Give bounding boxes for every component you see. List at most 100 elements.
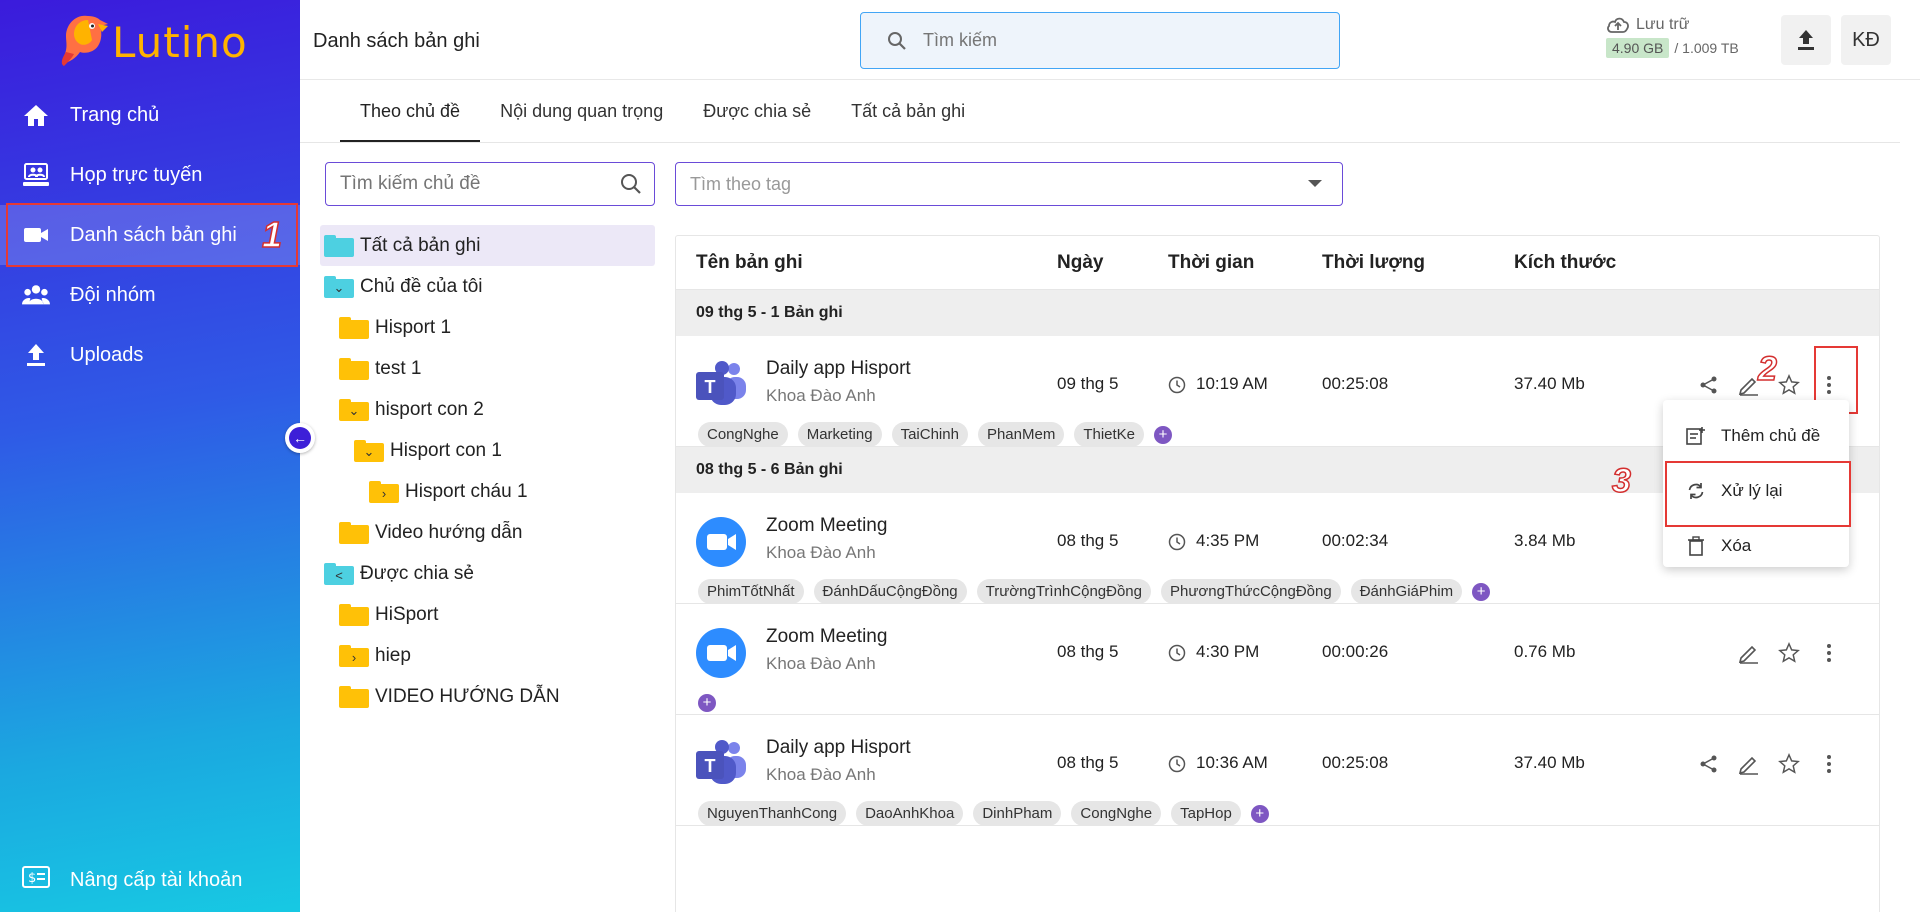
tree-item-label: VIDEO HƯỚNG DẪN bbox=[375, 685, 560, 707]
header-date[interactable]: Ngày bbox=[1057, 252, 1103, 274]
header-time[interactable]: Thời gian bbox=[1168, 252, 1254, 274]
sidebar-item-meetings[interactable]: Họp trực tuyến bbox=[0, 145, 300, 205]
sidebar-item-recordings[interactable]: Danh sách bản ghi 1 bbox=[0, 203, 300, 267]
sidebar-item-label: Uploads bbox=[70, 343, 144, 366]
group-icon bbox=[22, 281, 50, 309]
tag-filter-select[interactable]: Tìm theo tag bbox=[675, 162, 1343, 206]
storage-total: / 1.009 TB bbox=[1674, 40, 1739, 56]
global-search[interactable] bbox=[860, 12, 1340, 69]
group-header: 09 thg 5 - 1 Bản ghi bbox=[676, 290, 1879, 336]
tab-by-topic[interactable]: Theo chủ đề bbox=[340, 82, 481, 142]
recording-date: 08 thg 5 bbox=[1057, 531, 1119, 550]
tree-item-label: hiep bbox=[375, 644, 411, 666]
tree-item[interactable]: VIDEO HƯỚNG DẪN bbox=[320, 676, 655, 717]
tree-item-label: Hisport 1 bbox=[375, 316, 452, 338]
header-size[interactable]: Kích thước bbox=[1514, 252, 1616, 274]
time-value: 10:36 AM bbox=[1196, 753, 1268, 772]
recording-title[interactable]: Zoom Meeting bbox=[766, 626, 887, 648]
row-actions bbox=[1729, 635, 1849, 671]
star-icon[interactable] bbox=[1769, 746, 1809, 782]
tag-chip[interactable]: PhimTốtNhất bbox=[698, 579, 804, 604]
step-marker-1: 1 bbox=[261, 213, 283, 256]
arrow-left-icon: ← bbox=[289, 427, 311, 449]
tag-chip[interactable]: DinhPham bbox=[973, 801, 1062, 826]
tree-item[interactable]: Tất cả bản ghi bbox=[320, 225, 655, 266]
edit-icon[interactable] bbox=[1729, 635, 1769, 671]
tag-chip[interactable]: TaiChinh bbox=[891, 422, 968, 447]
tag-chip[interactable]: ĐánhDấuCộngĐồng bbox=[813, 579, 967, 604]
tag-chip[interactable]: TapHop bbox=[1171, 801, 1241, 826]
collapse-sidebar-button[interactable]: ← bbox=[285, 423, 315, 453]
tag-chip[interactable]: Marketing bbox=[797, 422, 882, 447]
add-tag-icon[interactable]: + bbox=[1250, 804, 1269, 823]
tree-item[interactable]: HiSport bbox=[320, 594, 655, 635]
tree-item[interactable]: › hiep bbox=[320, 635, 655, 676]
tag-chip[interactable]: ThietKe bbox=[1074, 422, 1145, 447]
header-name[interactable]: Tên bản ghi bbox=[696, 252, 803, 274]
upload-icon bbox=[1798, 30, 1814, 50]
upgrade-label: Nâng cấp tài khoản bbox=[70, 868, 243, 891]
step-marker-2: 2 bbox=[1757, 349, 1777, 389]
add-tag-icon[interactable]: + bbox=[1472, 582, 1491, 601]
tree-item[interactable]: ⌄ Chủ đề của tôi bbox=[320, 266, 655, 307]
folder-icon: ⌄ bbox=[339, 398, 369, 421]
topic-search-input[interactable] bbox=[340, 173, 600, 195]
table-row[interactable]: Zoom Meeting Khoa Đào Anh 08 thg 5 4:30 PM 0… bbox=[676, 604, 1879, 715]
tree-item-label: Được chia sẻ bbox=[360, 562, 474, 584]
time-value: 4:30 PM bbox=[1196, 642, 1260, 661]
sidebar-item-home[interactable]: Trang chủ bbox=[0, 85, 300, 145]
tab-important[interactable]: Nội dung quan trọng bbox=[480, 82, 683, 142]
clock-icon bbox=[1168, 531, 1196, 550]
tree-item[interactable]: < Được chia sẻ bbox=[320, 553, 655, 594]
tree-item[interactable]: Hisport 1 bbox=[320, 307, 655, 348]
tab-all-recordings[interactable]: Tất cả bản ghi bbox=[831, 82, 985, 142]
tree-item[interactable]: ⌄ Hisport con 1 bbox=[320, 430, 655, 471]
storage-used: 4.90 GB bbox=[1606, 38, 1670, 58]
upload-button[interactable] bbox=[1781, 15, 1831, 65]
tag-chip[interactable]: DaoAnhKhoa bbox=[856, 801, 964, 826]
search-icon[interactable] bbox=[620, 173, 642, 195]
recording-title[interactable]: Daily app Hisport bbox=[766, 737, 911, 759]
share-icon[interactable] bbox=[1689, 367, 1729, 403]
add-tag-icon[interactable]: + bbox=[698, 694, 716, 712]
time-value: 10:19 AM bbox=[1196, 374, 1268, 393]
tag-chip[interactable]: CongNghe bbox=[1071, 801, 1162, 826]
share-icon[interactable] bbox=[1689, 746, 1729, 782]
tag-chip[interactable]: NguyenThanhCong bbox=[698, 801, 847, 826]
upgrade-account-link[interactable]: $ Nâng cấp tài khoản bbox=[22, 866, 242, 894]
search-input[interactable] bbox=[923, 30, 1303, 51]
tree-item[interactable]: test 1 bbox=[320, 348, 655, 389]
recording-title[interactable]: Zoom Meeting bbox=[766, 515, 887, 537]
star-icon[interactable] bbox=[1769, 635, 1809, 671]
tree-item[interactable]: › Hisport cháu 1 bbox=[320, 471, 655, 512]
tag-chip[interactable]: PhanMem bbox=[977, 422, 1065, 447]
logo[interactable]: Lutino bbox=[58, 12, 248, 68]
tab-shared[interactable]: Được chia sẻ bbox=[683, 82, 831, 142]
header-duration[interactable]: Thời lượng bbox=[1322, 252, 1425, 274]
more-vert-icon[interactable] bbox=[1809, 746, 1849, 782]
tree-item-label: HiSport bbox=[375, 603, 439, 625]
tag-chip[interactable]: CongNghe bbox=[698, 422, 788, 447]
topic-search[interactable] bbox=[325, 162, 655, 206]
sidebar-item-uploads[interactable]: Uploads bbox=[0, 325, 300, 385]
menu-item-reprocess[interactable]: Xử lý lại bbox=[1663, 461, 1851, 527]
tag-chip[interactable]: ĐánhGiáPhim bbox=[1350, 579, 1463, 604]
divider bbox=[300, 142, 1900, 143]
teams-icon: T bbox=[696, 360, 748, 410]
sidebar-item-teams[interactable]: Đội nhóm bbox=[0, 265, 300, 325]
add-tag-icon[interactable]: + bbox=[1154, 425, 1173, 444]
menu-item-add-topic[interactable]: Thêm chủ đề bbox=[1663, 408, 1849, 463]
cloud-upload-icon bbox=[1607, 17, 1629, 33]
tag-chip[interactable]: PhươngThứcCộngĐồng bbox=[1161, 579, 1341, 604]
tree-item[interactable]: Video hướng dẫn bbox=[320, 512, 655, 553]
menu-item-delete[interactable]: Xóa bbox=[1663, 518, 1849, 573]
avatar[interactable]: KĐ bbox=[1841, 15, 1891, 65]
trash-icon bbox=[1685, 535, 1707, 556]
recording-title[interactable]: Daily app Hisport bbox=[766, 358, 911, 380]
table-row[interactable]: T Daily app Hisport Khoa Đào Anh 08 thg 5 10… bbox=[676, 715, 1879, 826]
tag-chip[interactable]: TrườngTrìnhCộngĐồng bbox=[976, 579, 1151, 604]
edit-icon[interactable] bbox=[1729, 746, 1769, 782]
header: Danh sách bản ghi Lưu trữ 4.90 GB / 1.00… bbox=[300, 0, 1920, 80]
tree-item[interactable]: ⌄ hisport con 2 bbox=[320, 389, 655, 430]
more-vert-icon[interactable] bbox=[1809, 635, 1849, 671]
